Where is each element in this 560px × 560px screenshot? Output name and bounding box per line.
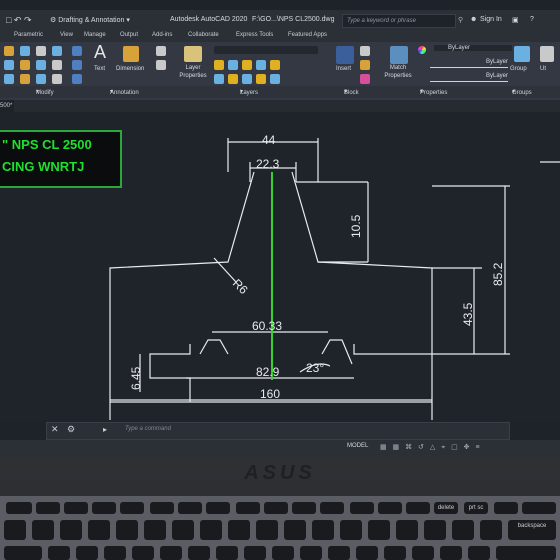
- key[interactable]: [48, 546, 70, 560]
- key[interactable]: [480, 520, 502, 540]
- dim-text-10-5: 10.5: [349, 214, 363, 238]
- key[interactable]: [200, 520, 222, 540]
- key[interactable]: [92, 502, 116, 514]
- key[interactable]: [116, 520, 138, 540]
- key[interactable]: [32, 520, 54, 540]
- key[interactable]: [60, 520, 82, 540]
- key[interactable]: [4, 546, 42, 560]
- title-note-box[interactable]: " NPS CL 2500 CING WNRTJ: [0, 130, 122, 188]
- dim-text-85-2: 85.2: [491, 262, 505, 286]
- key[interactable]: [396, 520, 418, 540]
- dim-text-44: 44: [262, 133, 276, 147]
- note-line-1: " NPS CL 2500: [2, 137, 92, 152]
- key[interactable]: [284, 520, 306, 540]
- key[interactable]: [104, 546, 126, 560]
- key[interactable]: [76, 546, 98, 560]
- key[interactable]: [328, 546, 350, 560]
- close-icon[interactable]: ✕: [51, 424, 59, 435]
- key[interactable]: [188, 546, 210, 560]
- key[interactable]: [292, 502, 316, 514]
- dim-text-6-45: 6.45: [129, 366, 143, 390]
- key[interactable]: [496, 546, 556, 560]
- key[interactable]: [406, 502, 430, 514]
- key[interactable]: [368, 520, 390, 540]
- key[interactable]: [272, 546, 294, 560]
- key[interactable]: [228, 520, 250, 540]
- model-space-button[interactable]: MODEL: [347, 443, 368, 449]
- backspace-key[interactable]: backspace: [508, 520, 556, 540]
- status-bar: MODEL ▦ ▦ ⌘ ↺ △ ⌖ ▢ ✥ ≡: [0, 440, 560, 455]
- cad-drawing: 44 22.3 10.5 85.2 43.5 60.33 82.9 23° 6.…: [109, 133, 560, 420]
- dim-text-23-deg: 23°: [306, 361, 324, 375]
- dim-text-43-5: 43.5: [461, 302, 475, 326]
- ring-groove-left: [199, 339, 229, 355]
- key[interactable]: [384, 546, 406, 560]
- key[interactable]: [320, 502, 344, 514]
- key[interactable]: [312, 520, 334, 540]
- dim-text-160: 160: [260, 387, 280, 401]
- wrench-icon[interactable]: ⚙: [67, 424, 75, 435]
- key[interactable]: [144, 520, 166, 540]
- key[interactable]: [522, 502, 556, 514]
- key[interactable]: [216, 546, 238, 560]
- key[interactable]: [244, 546, 266, 560]
- key[interactable]: [350, 502, 374, 514]
- key[interactable]: [264, 502, 288, 514]
- dim-text-22-3: 22.3: [256, 157, 280, 171]
- key[interactable]: [494, 502, 518, 514]
- key[interactable]: [440, 546, 462, 560]
- key[interactable]: [300, 546, 322, 560]
- groove-right: [353, 344, 432, 355]
- key[interactable]: [88, 520, 110, 540]
- key[interactable]: [412, 546, 434, 560]
- key[interactable]: [132, 546, 154, 560]
- key[interactable]: [36, 502, 60, 514]
- key[interactable]: [256, 520, 278, 540]
- key[interactable]: [4, 520, 26, 540]
- ring-groove-right: [321, 339, 353, 365]
- key[interactable]: [340, 520, 362, 540]
- dim-text-60-33: 60.33: [252, 319, 282, 333]
- brand-logo: ASUS: [244, 462, 316, 484]
- dim-text-82-9: 82.9: [256, 365, 280, 379]
- note-line-2: CING WNRTJ: [2, 159, 85, 174]
- key[interactable]: [424, 520, 446, 540]
- key[interactable]: [236, 502, 260, 514]
- status-toggle-icons[interactable]: ▦ ▦ ⌘ ↺ △ ⌖ ▢ ✥ ≡: [380, 443, 482, 452]
- prtsc-key[interactable]: prt sc: [464, 502, 488, 514]
- key[interactable]: [178, 502, 202, 514]
- key[interactable]: [172, 520, 194, 540]
- key[interactable]: [452, 520, 474, 540]
- key[interactable]: [150, 502, 174, 514]
- keyboard: delete prt sc backspace: [0, 496, 560, 560]
- command-line: ✕ ⚙ ▸ Type a command: [46, 422, 510, 440]
- key[interactable]: [356, 546, 378, 560]
- key[interactable]: [378, 502, 402, 514]
- command-input[interactable]: Type a command: [125, 426, 171, 432]
- key[interactable]: [64, 502, 88, 514]
- groove-left: [149, 344, 191, 402]
- key[interactable]: [160, 546, 182, 560]
- command-prompt-icon: ▸: [103, 425, 108, 434]
- key[interactable]: [6, 502, 32, 514]
- key[interactable]: [468, 546, 490, 560]
- delete-key[interactable]: delete: [434, 502, 458, 514]
- autocad-window: □ ↶ ↷ ⚙ Drafting & Annotation ▾ Autodesk…: [0, 0, 560, 455]
- key[interactable]: [120, 502, 144, 514]
- key[interactable]: [206, 502, 230, 514]
